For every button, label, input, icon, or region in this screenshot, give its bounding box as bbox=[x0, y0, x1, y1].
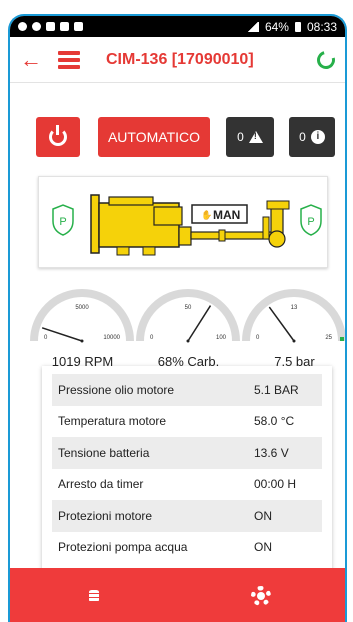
table-row: Protezioni pompa acqua ON bbox=[52, 532, 322, 564]
right-protection-shield-icon: P bbox=[300, 204, 322, 236]
pump-shaft-icon bbox=[190, 229, 274, 242]
nav-database-button[interactable] bbox=[10, 568, 178, 622]
gauge-arc bbox=[30, 289, 134, 342]
cloud-notification-icon bbox=[60, 22, 69, 31]
gauge-needle bbox=[41, 327, 83, 342]
table-row: Arresto da timer 00:00 H bbox=[52, 469, 322, 501]
control-buttons: AUTOMATICO 0 0 i bbox=[36, 117, 335, 157]
table-row: Temperatura motore 58.0 °C bbox=[52, 406, 322, 438]
battery-percent: 64% bbox=[264, 19, 289, 34]
engine-pump-illustration: P P ✋ MAN bbox=[52, 194, 322, 256]
parameter-value: 00:00 H bbox=[254, 477, 297, 492]
flag-notification-icon bbox=[74, 22, 83, 31]
warning-icon bbox=[248, 131, 263, 143]
gauge-pivot bbox=[80, 339, 84, 343]
gauge-max-tick: 100 bbox=[216, 335, 227, 341]
back-arrow-icon[interactable]: ← bbox=[20, 47, 44, 73]
engine-status-card: P P ✋ MAN bbox=[38, 176, 328, 268]
database-icon bbox=[88, 590, 99, 602]
page-title: CIM-136 [17090010] bbox=[106, 50, 254, 68]
phone-frame: 64% 08:33 ← CIM-136 [17090010] AUTOMATIC… bbox=[8, 14, 347, 622]
alarm-count: 0 bbox=[237, 130, 244, 144]
svg-text:MAN: MAN bbox=[213, 208, 240, 222]
parameter-value: 13.6 V bbox=[254, 445, 289, 460]
parameter-name: Pressione olio motore bbox=[58, 382, 175, 397]
parameter-name: Arresto da timer bbox=[58, 477, 144, 492]
parameters-table: Pressione olio motore 5.1 BAR Temperatur… bbox=[42, 366, 332, 574]
app-bar: ← CIM-136 [17090010] bbox=[10, 37, 345, 83]
parameter-value: ON bbox=[254, 540, 272, 555]
alarms-button[interactable]: 0 bbox=[226, 117, 274, 157]
parameter-value: 5.1 BAR bbox=[254, 382, 299, 397]
table-row: Tensione batteria 13.6 V bbox=[52, 437, 322, 469]
hand-icon: ✋ bbox=[201, 209, 212, 220]
hamburger-menu-icon[interactable] bbox=[58, 50, 80, 69]
gauge-mid-tick: 13 bbox=[291, 305, 298, 311]
engine-icon bbox=[90, 194, 192, 256]
pump-icon bbox=[262, 200, 290, 248]
parameter-name: Tensione batteria bbox=[58, 445, 150, 460]
pressure-gauge: 0 13 25 7.5 bar bbox=[242, 281, 345, 369]
status-bar: 64% 08:33 bbox=[10, 16, 345, 37]
svg-text:P: P bbox=[59, 216, 66, 228]
gauge-arc bbox=[136, 289, 240, 342]
fuel-gauge: 0 50 100 68% Carb. bbox=[136, 281, 241, 369]
info-count: 0 bbox=[299, 130, 306, 144]
gauge-min-tick: 0 bbox=[256, 335, 260, 341]
battery-icon bbox=[294, 21, 301, 32]
gauge-max-tick: 25 bbox=[325, 335, 332, 341]
refresh-icon[interactable] bbox=[313, 47, 339, 72]
parameter-value: 58.0 °C bbox=[254, 414, 295, 429]
power-button[interactable] bbox=[36, 117, 80, 157]
gauge-arc bbox=[242, 289, 345, 342]
clock: 08:33 bbox=[306, 19, 337, 34]
left-protection-shield-icon: P bbox=[52, 204, 74, 236]
gauge-pivot bbox=[292, 339, 296, 343]
gauge-pivot bbox=[186, 339, 190, 343]
gauge-needle bbox=[268, 306, 295, 342]
signal-icon bbox=[246, 21, 259, 32]
image-notification-icon bbox=[46, 22, 55, 31]
gauge-min-tick: 0 bbox=[150, 335, 154, 341]
shield-notification-icon bbox=[32, 22, 41, 31]
table-row: Protezioni motore ON bbox=[52, 500, 322, 532]
shield-notification-icon bbox=[18, 22, 27, 31]
gauge-min-tick: 0 bbox=[44, 335, 48, 341]
gear-icon bbox=[251, 586, 272, 606]
table-row: Pressione olio motore 5.1 BAR bbox=[52, 374, 322, 406]
gauge-ok-marker bbox=[340, 337, 344, 341]
parameter-name: Temperatura motore bbox=[58, 414, 167, 429]
svg-text:P: P bbox=[307, 216, 314, 228]
gauge-mid-tick: 50 bbox=[185, 305, 192, 311]
power-icon bbox=[49, 125, 67, 146]
rpm-gauge: 0 5000 10000 1019 RPM bbox=[30, 281, 135, 369]
gauge-needle bbox=[187, 305, 212, 342]
mode-automatic-button[interactable]: AUTOMATICO bbox=[98, 117, 210, 157]
parameter-name: Protezioni motore bbox=[58, 508, 153, 523]
nav-settings-button[interactable] bbox=[178, 568, 346, 622]
info-icon: i bbox=[310, 130, 325, 144]
parameter-value: ON bbox=[254, 508, 272, 523]
gauge-max-tick: 10000 bbox=[103, 335, 120, 341]
manual-mode-badge: ✋ MAN bbox=[191, 204, 248, 224]
gauges-row: 0 5000 10000 1019 RPM 0 50 100 68% Carb. 0 13… bbox=[30, 281, 345, 369]
bottom-nav-bar bbox=[10, 568, 345, 622]
notification-icons bbox=[18, 22, 83, 31]
gauge-mid-tick: 5000 bbox=[75, 305, 89, 311]
info-button[interactable]: 0 i bbox=[289, 117, 335, 157]
parameter-name: Protezioni pompa acqua bbox=[58, 540, 188, 555]
